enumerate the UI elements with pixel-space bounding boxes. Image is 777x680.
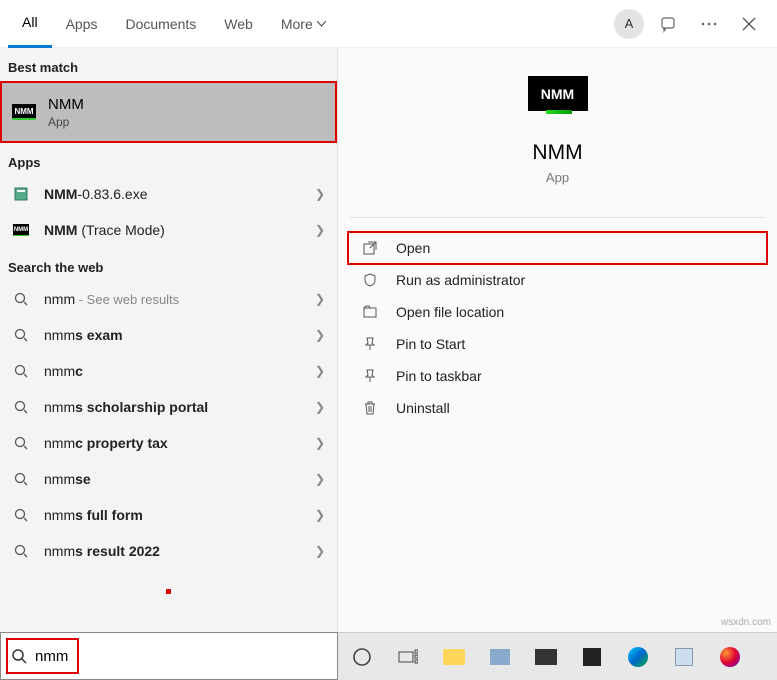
trash-icon [362,400,378,416]
pin-start-icon [362,336,378,352]
shield-icon [362,272,378,288]
exe-icon [13,186,29,202]
chevron-right-icon: ❯ [315,508,325,522]
search-icon [12,434,30,452]
chevron-down-icon [317,21,326,27]
tab-more[interactable]: More [267,0,340,48]
result-label: nmmc [44,363,315,379]
search-icon [12,362,30,380]
search-input[interactable] [35,648,327,665]
search-icon [12,470,30,488]
open-icon [362,240,378,256]
chevron-right-icon: ❯ [315,292,325,306]
detail-title: NMM [338,141,777,165]
action-run-admin[interactable]: Run as administrator [338,264,777,296]
taskbar [338,632,777,680]
user-avatar[interactable]: A [609,4,649,44]
search-filter-tabs: All Apps Documents Web More A [0,0,777,48]
web-result[interactable]: nmms scholarship portal❯ [0,389,337,425]
edge-icon[interactable] [624,643,652,671]
action-pin-start[interactable]: Pin to Start [338,328,777,360]
result-label: nmms result 2022 [44,543,315,559]
divider [350,217,765,218]
tab-documents[interactable]: Documents [111,0,210,48]
store-icon[interactable] [578,643,606,671]
chevron-right-icon: ❯ [315,364,325,378]
watermark: wsxdn.com [721,617,771,628]
best-match-subtitle: App [48,115,84,129]
section-apps: Apps [0,143,337,176]
web-result[interactable]: nmm - See web results❯ [0,281,337,317]
result-label: NMM-0.83.6.exe [44,186,315,202]
chevron-right-icon: ❯ [315,436,325,450]
best-match-title: NMM [48,96,84,113]
tab-all[interactable]: All [8,0,52,48]
results-panel: Best match NMM NMM App Apps NMM-0.83.6.e… [0,48,338,632]
task-view-icon[interactable] [394,643,422,671]
more-options-icon[interactable] [689,4,729,44]
chevron-right-icon: ❯ [315,187,325,201]
chevron-right-icon: ❯ [315,544,325,558]
pin-taskbar-icon [362,368,378,384]
web-result[interactable]: nmms result 2022❯ [0,533,337,569]
close-icon[interactable] [729,4,769,44]
avatar-initial: A [614,9,644,39]
search-icon [12,542,30,560]
search-bar[interactable] [0,632,338,680]
file-explorer-icon[interactable] [440,643,468,671]
chevron-right-icon: ❯ [315,400,325,414]
result-label: nmmse [44,471,315,487]
result-label: NMM (Trace Mode) [44,222,315,238]
search-icon [12,326,30,344]
section-best-match: Best match [0,48,337,81]
action-open[interactable]: Open [348,232,767,264]
detail-subtitle: App [338,170,777,185]
tab-web[interactable]: Web [210,0,267,48]
printer-icon[interactable] [486,643,514,671]
indicator-dot [166,589,171,594]
search-icon [12,398,30,416]
section-web: Search the web [0,248,337,281]
cortana-icon[interactable] [348,643,376,671]
app-result[interactable]: NMM-0.83.6.exe❯ [0,176,337,212]
web-result[interactable]: nmmc property tax❯ [0,425,337,461]
web-result[interactable]: nmms full form❯ [0,497,337,533]
mail-icon[interactable] [532,643,560,671]
folder-icon [362,304,378,320]
chevron-right-icon: ❯ [315,328,325,342]
action-uninstall[interactable]: Uninstall [338,392,777,424]
feedback-icon[interactable] [649,4,689,44]
search-icon [11,648,27,664]
best-match-item[interactable]: NMM NMM App [0,81,337,143]
notepad-icon[interactable] [670,643,698,671]
action-open-location[interactable]: Open file location [338,296,777,328]
chevron-right-icon: ❯ [315,472,325,486]
detail-app-icon: NMM [528,76,588,111]
nmm-app-icon: NMM [12,104,36,120]
firefox-icon[interactable] [716,643,744,671]
result-label: nmms scholarship portal [44,399,315,415]
result-label: nmms full form [44,507,315,523]
detail-panel: NMM NMM App Open Run as administrator Op… [338,48,777,632]
search-icon [12,290,30,308]
web-result[interactable]: nmmc❯ [0,353,337,389]
result-label: nmms exam [44,327,315,343]
app-result[interactable]: NMM NMM (Trace Mode)❯ [0,212,337,248]
web-result[interactable]: nmms exam❯ [0,317,337,353]
nmm-app-icon: NMM [13,224,29,236]
web-result[interactable]: nmmse❯ [0,461,337,497]
action-pin-taskbar[interactable]: Pin to taskbar [338,360,777,392]
tab-apps[interactable]: Apps [52,0,112,48]
chevron-right-icon: ❯ [315,223,325,237]
result-label: nmm - See web results [44,291,315,307]
result-label: nmmc property tax [44,435,315,451]
search-icon [12,506,30,524]
